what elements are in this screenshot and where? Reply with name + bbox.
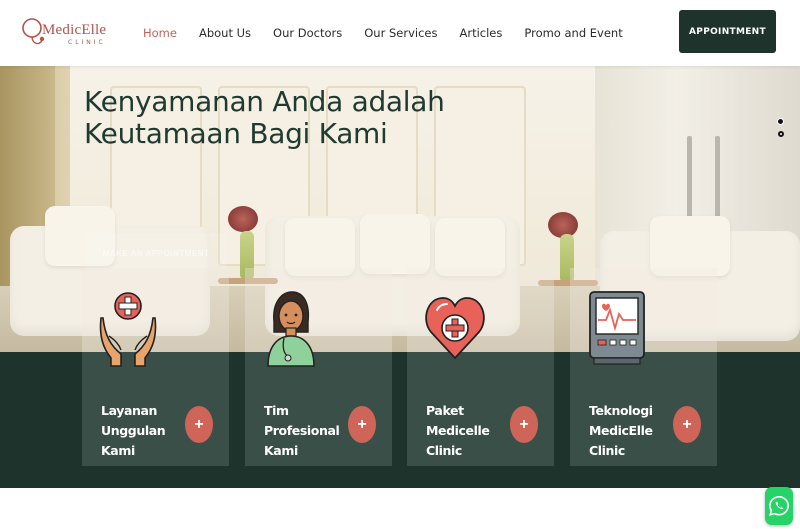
nav-item-our-services[interactable]: Our Services bbox=[364, 26, 437, 40]
card-title-line2: Clinic bbox=[426, 443, 462, 458]
card-title-line1: Layanan bbox=[101, 403, 158, 418]
nav-item-home[interactable]: Home bbox=[143, 26, 177, 40]
site-header: MedicElle CLINIC Home About Us Our Docto… bbox=[0, 0, 800, 66]
card-title-line1: Teknologi bbox=[589, 403, 653, 418]
service-card-tim-profesional[interactable]: Tim Profesional Kami + bbox=[245, 268, 392, 466]
service-card-paket[interactable]: Paket Medicelle Clinic + bbox=[407, 268, 554, 466]
card-title-line1: Tim Profesional bbox=[264, 403, 340, 438]
care-hands-icon bbox=[97, 288, 157, 368]
whatsapp-glyph-icon bbox=[769, 496, 789, 516]
appointment-button[interactable]: APPOINTMENT bbox=[679, 10, 776, 53]
card-title: Layanan Unggulan Kami bbox=[101, 401, 197, 461]
slider-dots bbox=[777, 118, 785, 143]
cushion bbox=[360, 214, 430, 274]
plus-icon[interactable]: + bbox=[673, 406, 701, 443]
logo[interactable]: MedicElle CLINIC bbox=[20, 14, 107, 52]
main-nav: Home About Us Our Doctors Our Services A… bbox=[132, 0, 634, 66]
plus-icon[interactable]: + bbox=[510, 406, 538, 443]
slider-dot-1[interactable] bbox=[777, 118, 784, 125]
whatsapp-icon[interactable] bbox=[765, 487, 793, 525]
card-title: Teknologi MedicElle Clinic bbox=[589, 401, 685, 461]
logo-wordmark: MedicElle bbox=[42, 22, 107, 38]
nav-item-articles[interactable]: Articles bbox=[459, 26, 502, 40]
cushion bbox=[650, 216, 730, 276]
card-title: Tim Profesional Kami bbox=[264, 401, 360, 461]
hero-title-line1: Kenyamanan Anda adalah bbox=[84, 85, 445, 118]
card-title-line2: MedicElle Clinic bbox=[589, 423, 653, 458]
door-handle bbox=[687, 136, 692, 226]
service-card-layanan[interactable]: Layanan Unggulan Kami + bbox=[82, 268, 229, 466]
plus-icon[interactable]: + bbox=[348, 406, 376, 443]
make-appointment-button[interactable]: MAKE AN APPOINTMENT bbox=[86, 233, 226, 273]
slider-dot-2[interactable] bbox=[777, 131, 784, 137]
card-title-line2: Kami bbox=[264, 443, 298, 458]
plus-icon[interactable]: + bbox=[185, 406, 213, 443]
door-handle bbox=[715, 136, 720, 226]
nav-item-about-us[interactable]: About Us bbox=[199, 26, 251, 40]
heart-medical-icon bbox=[423, 288, 487, 368]
logo-subtitle: CLINIC bbox=[68, 39, 106, 46]
doctor-avatar-icon bbox=[260, 288, 320, 368]
nav-item-promo-and-event[interactable]: Promo and Event bbox=[524, 26, 622, 40]
card-title: Paket Medicelle Clinic bbox=[426, 401, 522, 461]
heart-monitor-icon bbox=[588, 288, 648, 368]
flower-decoration bbox=[228, 206, 258, 232]
nav-item-our-doctors[interactable]: Our Doctors bbox=[273, 26, 342, 40]
service-card-teknologi[interactable]: Teknologi MedicElle Clinic + bbox=[570, 268, 717, 466]
card-title-line1: Paket Medicelle bbox=[426, 403, 490, 438]
hero-title-line2: Keutamaan Bagi Kami bbox=[84, 117, 388, 150]
hero-title: Kenyamanan Anda adalah Keutamaan Bagi Ka… bbox=[84, 86, 445, 150]
card-title-line2: Unggulan Kami bbox=[101, 423, 166, 458]
